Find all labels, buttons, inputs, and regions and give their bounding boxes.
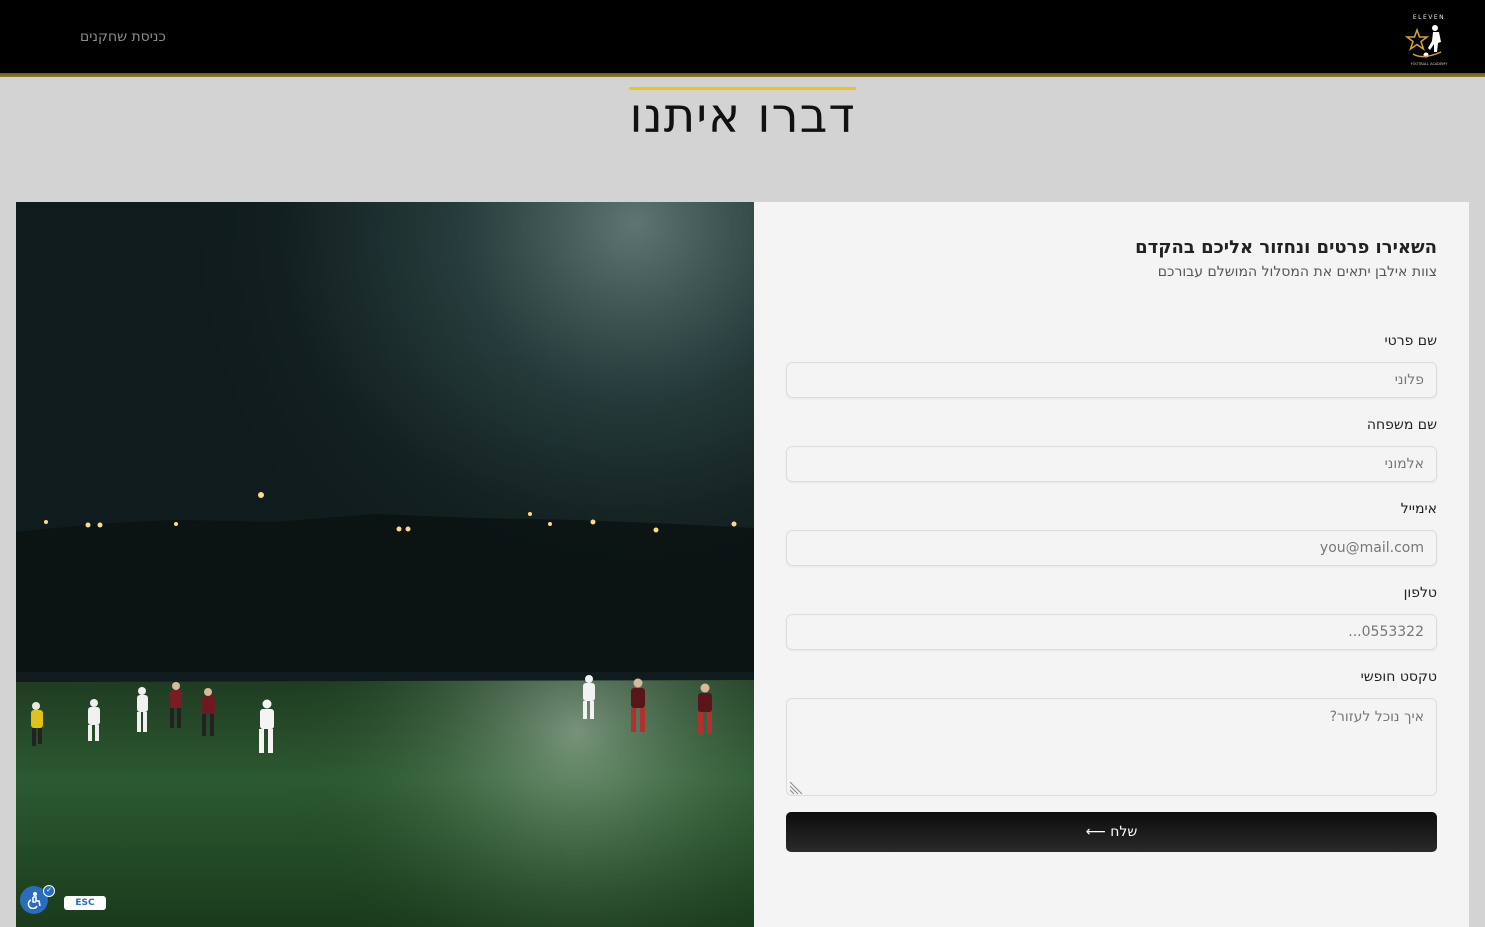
last-name-field[interactable] <box>786 446 1437 482</box>
svg-text:ELEVEN: ELEVEN <box>1413 14 1445 21</box>
check-icon: ✓ <box>43 885 55 897</box>
players-login-link[interactable]: כניסת שחקנים <box>80 29 166 45</box>
form-subheading: צוות אילבן יתאים את המסלול המושלם עבורכם <box>1157 264 1437 280</box>
first-name-field[interactable] <box>786 362 1437 398</box>
top-navbar: כניסת שחקנים ELEVEN FOOTBALL ACADEMY <box>0 0 1485 73</box>
eleven-logo-icon[interactable]: ELEVEN FOOTBALL ACADEMY <box>1403 10 1455 68</box>
svg-text:FOOTBALL ACADEMY: FOOTBALL ACADEMY <box>1411 62 1449 66</box>
night-football-field-photo <box>16 202 754 927</box>
header-accent-line <box>0 73 1485 77</box>
message-textarea[interactable] <box>786 698 1437 796</box>
resize-grip-icon[interactable] <box>789 780 803 795</box>
email-label: אימייל <box>1400 501 1437 517</box>
last-name-label: שם משפחה <box>1366 417 1437 433</box>
phone-field[interactable] <box>786 614 1437 650</box>
contact-form: השאירו פרטים ונחזור אליכם בהקדם צוות איל… <box>786 202 1437 927</box>
contact-card: השאירו פרטים ונחזור אליכם בהקדם צוות איל… <box>16 202 1469 927</box>
esc-badge[interactable]: ESC <box>64 896 106 910</box>
page-title-wrap: דברו איתנו <box>0 87 1485 140</box>
form-heading: השאירו פרטים ונחזור אליכם בהקדם <box>1135 237 1437 258</box>
phone-label: טלפון <box>1403 585 1437 601</box>
message-label: טקסט חופשי <box>1360 669 1437 685</box>
first-name-label: שם פרטי <box>1384 333 1437 349</box>
page-title: דברו איתנו <box>629 87 856 144</box>
submit-button[interactable]: שלח ⟵ <box>786 812 1437 852</box>
email-field[interactable] <box>786 530 1437 566</box>
